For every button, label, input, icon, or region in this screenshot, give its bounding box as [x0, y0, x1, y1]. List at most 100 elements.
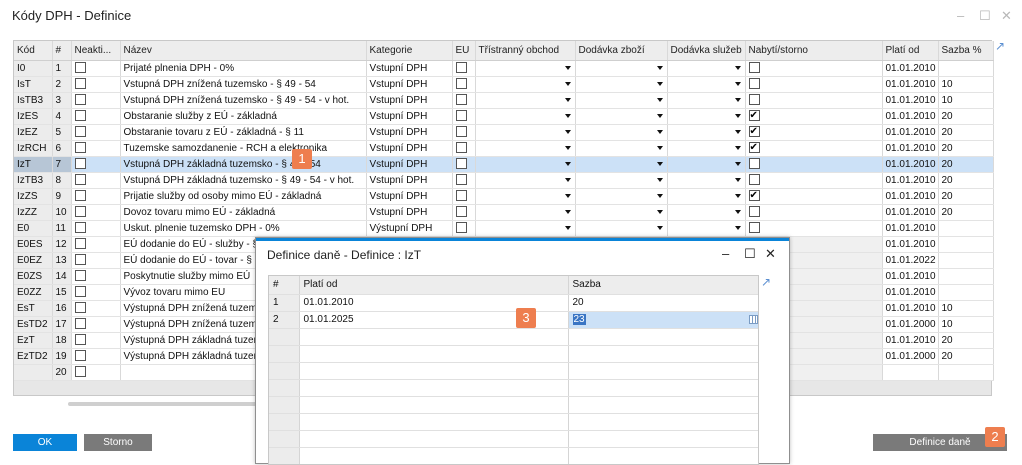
col-header-triangular[interactable]: Třístranný obchod [475, 41, 576, 61]
col-header-name[interactable]: Název [120, 41, 367, 61]
checkbox[interactable] [748, 124, 760, 139]
dropdown-arrow-icon[interactable] [564, 209, 571, 214]
dropdown-arrow-icon[interactable] [656, 81, 663, 86]
name-cell[interactable]: Obstaranie služby z EÚ - základná [120, 108, 367, 125]
rate-cell[interactable]: 20 [938, 108, 994, 125]
goods-dropdown[interactable] [575, 204, 668, 221]
checkbox[interactable] [455, 94, 467, 106]
inactive-checkbox-cell[interactable] [71, 140, 121, 157]
services-dropdown[interactable] [667, 76, 746, 93]
rate-cell[interactable]: 20 [938, 172, 994, 189]
table-row[interactable]: IzZZ 10 Dovoz tovaru mimo EÚ - základná Vst… [14, 204, 994, 221]
valid-from-cell[interactable]: 01.01.2010 [882, 156, 939, 173]
name-cell[interactable]: Vstupná DPH znížená tuzemsko - § 49 - 54 [120, 76, 367, 93]
dropdown-arrow-icon[interactable] [564, 145, 571, 150]
code-cell[interactable]: EzT [14, 332, 53, 349]
dialog-close-icon[interactable]: ✕ [765, 246, 776, 262]
inactive-checkbox-cell[interactable] [71, 156, 121, 173]
triangular-dropdown[interactable] [475, 124, 576, 141]
col-header-services[interactable]: Dodávka služeb [667, 41, 746, 61]
services-dropdown[interactable] [667, 156, 746, 173]
rate-cell[interactable]: 10 [938, 76, 994, 93]
dropdown-arrow-icon[interactable] [656, 97, 663, 102]
dropdown-arrow-icon[interactable] [656, 209, 663, 214]
category-cell[interactable]: Vstupní DPH [366, 188, 453, 205]
inactive-checkbox-cell[interactable] [71, 348, 121, 365]
code-cell[interactable]: IzEZ [14, 124, 53, 141]
inactive-checkbox-cell[interactable] [71, 188, 121, 205]
dropdown-arrow-icon[interactable] [564, 225, 571, 230]
dropdown-arrow-icon[interactable] [564, 177, 571, 182]
checkbox[interactable] [74, 190, 86, 202]
dropdown-arrow-icon[interactable] [734, 193, 741, 198]
code-cell[interactable]: EsTD2 [14, 316, 53, 333]
rate-cell[interactable] [938, 284, 994, 301]
acquisition-checkbox-cell[interactable] [745, 124, 883, 141]
valid-from-cell[interactable]: 01.01.2010 [882, 220, 939, 237]
rate-cell[interactable]: 10 [938, 316, 994, 333]
category-cell[interactable]: Vstupní DPH [366, 76, 453, 93]
eu-checkbox-cell[interactable] [452, 204, 476, 221]
dropdown-arrow-icon[interactable] [656, 225, 663, 230]
dropdown-arrow-icon[interactable] [564, 161, 571, 166]
name-cell[interactable]: Vstupná DPH základná tuzemsko - § 49 - 5… [120, 156, 367, 173]
dialog-rate-cell[interactable]: 20 [568, 294, 758, 312]
checkbox[interactable] [74, 94, 86, 106]
name-cell[interactable]: Vstupná DPH znížená tuzemsko - § 49 - 54… [120, 92, 367, 109]
col-header-category[interactable]: Kategorie [366, 41, 453, 61]
inactive-checkbox-cell[interactable] [71, 172, 121, 189]
acquisition-checkbox-cell[interactable] [745, 220, 883, 237]
rate-cell[interactable] [938, 268, 994, 285]
checkbox[interactable] [74, 238, 86, 250]
inactive-checkbox-cell[interactable] [71, 108, 121, 125]
inactive-checkbox-cell[interactable] [71, 300, 121, 317]
valid-from-cell[interactable]: 01.01.2010 [882, 172, 939, 189]
code-cell[interactable]: E0EZ [14, 252, 53, 269]
dropdown-arrow-icon[interactable] [656, 129, 663, 134]
valid-from-cell[interactable]: 01.01.2010 [882, 188, 939, 205]
code-cell[interactable]: E0ES [14, 236, 53, 253]
services-dropdown[interactable] [667, 204, 746, 221]
triangular-dropdown[interactable] [475, 108, 576, 125]
dropdown-arrow-icon[interactable] [564, 129, 571, 134]
checkbox[interactable] [74, 254, 86, 266]
inactive-checkbox-cell[interactable] [71, 124, 121, 141]
dropdown-arrow-icon[interactable] [656, 145, 663, 150]
close-icon[interactable]: ✕ [1001, 8, 1012, 24]
col-header-goods[interactable]: Dodávka zboží [575, 41, 668, 61]
checkbox[interactable] [74, 366, 86, 378]
code-cell[interactable]: IsTB3 [14, 92, 53, 109]
valid-from-cell[interactable]: 01.01.2022 [882, 252, 939, 269]
rate-cell[interactable] [938, 252, 994, 269]
checkbox[interactable] [74, 126, 86, 138]
category-cell[interactable]: Vstupní DPH [366, 124, 453, 141]
rate-cell[interactable] [938, 220, 994, 237]
dialog-col-header-rate[interactable]: Sazba [568, 276, 758, 295]
checkbox[interactable] [74, 142, 86, 154]
checkbox[interactable] [74, 110, 86, 122]
dialog-expand-link-icon[interactable]: ↗ [761, 275, 771, 289]
eu-checkbox-cell[interactable] [452, 188, 476, 205]
eu-checkbox-cell[interactable] [452, 92, 476, 109]
dropdown-arrow-icon[interactable] [564, 65, 571, 70]
rate-cell[interactable]: 20 [938, 188, 994, 205]
dropdown-arrow-icon[interactable] [734, 161, 741, 166]
rate-cell[interactable]: 10 [938, 92, 994, 109]
dropdown-arrow-icon[interactable] [656, 161, 663, 166]
goods-dropdown[interactable] [575, 188, 668, 205]
triangular-dropdown[interactable] [475, 60, 576, 77]
table-row[interactable]: IsTB3 3 Vstupná DPH znížená tuzemsko - § 4… [14, 92, 994, 109]
dialog-col-header-num[interactable]: # [269, 276, 300, 295]
goods-dropdown[interactable] [575, 172, 668, 189]
inactive-checkbox-cell[interactable] [71, 76, 121, 93]
code-cell[interactable]: IzRCH [14, 140, 53, 157]
table-row[interactable]: IzEZ 5 Obstaranie tovaru z EÚ - základná -… [14, 124, 994, 141]
triangular-dropdown[interactable] [475, 76, 576, 93]
acquisition-checkbox-cell[interactable] [745, 188, 883, 205]
code-cell[interactable]: E0 [14, 220, 53, 237]
acquisition-checkbox-cell[interactable] [745, 140, 883, 157]
valid-from-cell[interactable]: 01.01.2010 [882, 60, 939, 77]
category-cell[interactable]: Vstupní DPH [366, 140, 453, 157]
valid-from-cell[interactable]: 01.01.2010 [882, 284, 939, 301]
checkbox[interactable] [455, 78, 467, 90]
